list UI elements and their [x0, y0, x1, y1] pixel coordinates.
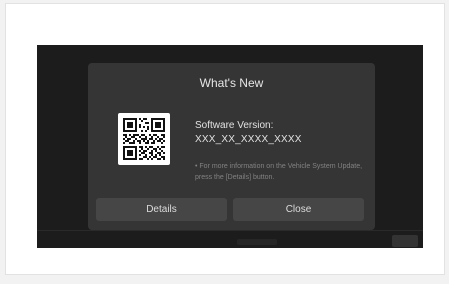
- background-label: [237, 239, 277, 245]
- software-version-label: Software Version:: [195, 120, 274, 131]
- whats-new-dialog: What's New Software Version: XXX_XX_XXXX…: [88, 63, 375, 230]
- infotainment-screen: What's New Software Version: XXX_XX_XXXX…: [37, 45, 423, 248]
- details-button[interactable]: Details: [96, 198, 227, 221]
- qr-code-icon: [118, 113, 170, 165]
- dialog-title: What's New: [199, 76, 264, 90]
- manual-figure-frame: What's New Software Version: XXX_XX_XXXX…: [6, 4, 444, 274]
- close-button[interactable]: Close: [233, 198, 364, 221]
- background-divider: [37, 230, 423, 231]
- software-version-value: XXX_XX_XXXX_XXXX: [195, 134, 302, 145]
- background-button: [392, 235, 418, 247]
- update-info-text: • For more information on the Vehicle Sy…: [195, 163, 363, 181]
